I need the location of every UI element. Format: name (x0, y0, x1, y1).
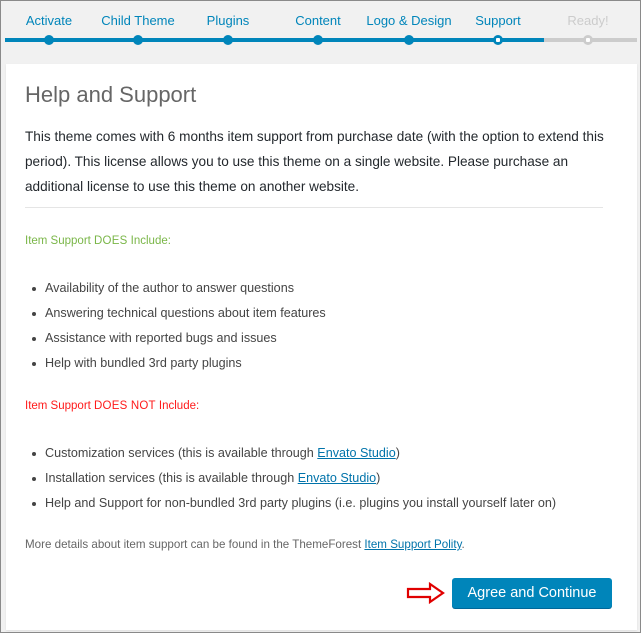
item-support-policy-link[interactable]: Item Support Polity (364, 538, 461, 551)
intro-text: This theme comes with 6 months item supp… (25, 129, 604, 194)
more-text-after: . (461, 538, 465, 551)
more-details-text: More details about item support can be f… (25, 538, 465, 551)
support-card: Help and Support This theme comes with 6… (6, 64, 637, 630)
envato-studio-link[interactable]: Envato Studio (317, 446, 395, 460)
list-item: Help with bundled 3rd party plugins (25, 351, 326, 376)
step-dot-icon (44, 35, 54, 45)
list-item: Installation services (this is available… (25, 466, 556, 491)
list-item: Customization services (this is availabl… (25, 441, 556, 466)
divider (25, 207, 603, 208)
list-item: Answering technical questions about item… (25, 301, 326, 326)
item-text: Customization services (this is availabl… (45, 446, 318, 460)
list-item: Help and Support for non-bundled 3rd par… (25, 491, 556, 516)
envato-studio-link[interactable]: Envato Studio (298, 471, 376, 485)
heading-emphasis: DOES (94, 235, 128, 247)
more-text: More details about item support can be f… (25, 538, 365, 551)
step-dot-current-icon (493, 35, 503, 45)
setup-wizard-window: Activate Child Theme Plugins Content Log… (0, 0, 641, 633)
step-label: Ready! (567, 13, 609, 28)
item-text: Installation services (this is available… (45, 471, 298, 485)
agree-and-continue-button[interactable]: Agree and Continue (452, 578, 612, 608)
step-ready: Ready! (533, 1, 641, 45)
page-title: Help and Support (25, 82, 197, 107)
does-not-include-heading: Item Support DOES NOT Include: (25, 400, 199, 412)
heading-suffix: Include: (155, 400, 200, 412)
wizard-steps: Activate Child Theme Plugins Content Log… (5, 1, 637, 51)
step-dot-icon (223, 35, 233, 45)
item-text-after: ) (376, 471, 381, 485)
does-include-heading: Item Support DOES Include: (25, 235, 171, 247)
heading-prefix: Item Support (25, 400, 95, 412)
list-item: Assistance with reported bugs and issues (25, 326, 326, 351)
heading-prefix: Item Support (25, 235, 95, 247)
heading-suffix: Include: (127, 235, 171, 247)
step-dot-icon (133, 35, 143, 45)
does-not-include-list: Customization services (this is availabl… (25, 441, 556, 516)
step-dot-icon (404, 35, 414, 45)
list-item: Availability of the author to answer que… (25, 276, 326, 301)
item-text-after: ) (395, 446, 400, 460)
does-include-list: Availability of the author to answer que… (25, 276, 326, 376)
progress-line-completed (5, 38, 544, 42)
annotation-arrow-icon (406, 582, 445, 604)
heading-emphasis: DOES NOT (94, 400, 156, 412)
step-dot-pending-icon (583, 35, 593, 45)
item-text: Help and Support for non-bundled 3rd par… (45, 496, 557, 510)
step-dot-icon (313, 35, 323, 45)
